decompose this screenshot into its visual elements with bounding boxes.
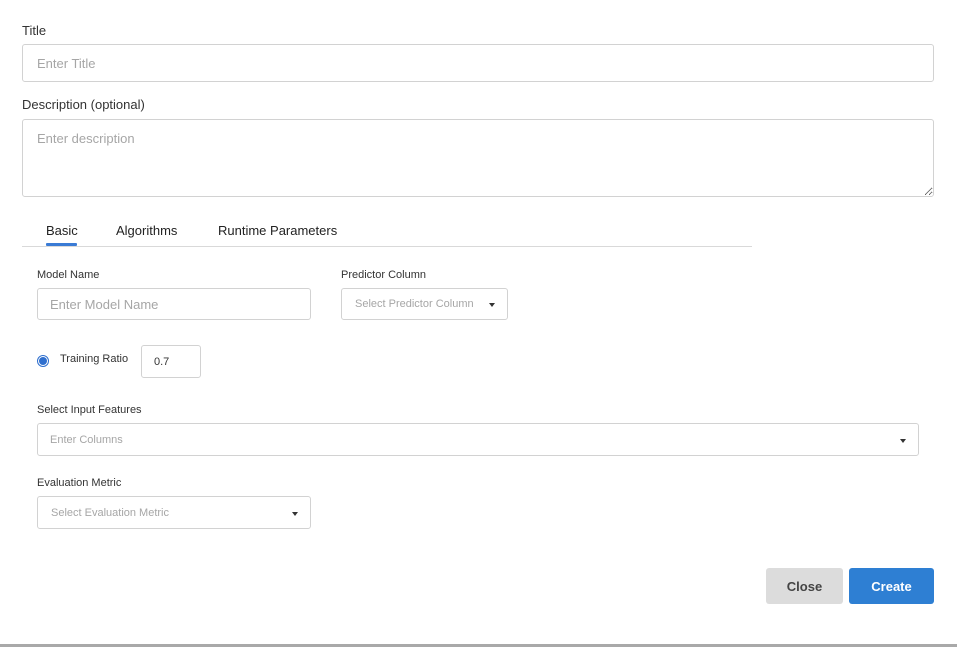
- description-textarea[interactable]: [22, 119, 934, 197]
- tab-bar-divider: [22, 246, 752, 247]
- tab-bar: Basic Algorithms Runtime Parameters: [22, 215, 752, 247]
- chevron-down-icon: [489, 303, 495, 307]
- tab-algorithms[interactable]: Algorithms: [116, 223, 177, 238]
- tab-runtime-parameters-label: Runtime Parameters: [218, 223, 338, 238]
- tab-basic[interactable]: Basic: [46, 223, 78, 238]
- create-button[interactable]: Create: [849, 568, 934, 604]
- predictor-column-placeholder: Select Predictor Column: [355, 298, 474, 310]
- chevron-down-icon: [292, 512, 298, 516]
- evaluation-metric-placeholder: Select Evaluation Metric: [51, 506, 169, 519]
- model-name-label: Model Name: [37, 269, 100, 281]
- radio-selected-dot: [39, 357, 47, 365]
- predictor-column-select[interactable]: Select Predictor Column: [341, 288, 508, 320]
- tab-runtime-parameters[interactable]: Runtime Parameters: [218, 223, 337, 238]
- training-ratio-label: Training Ratio: [60, 353, 129, 365]
- predictor-column-label: Predictor Column: [341, 269, 426, 281]
- input-features-placeholder: Enter Columns: [50, 433, 123, 446]
- tab-algorithms-label: Algorithms: [116, 223, 178, 238]
- input-features-select[interactable]: Enter Columns: [37, 423, 919, 456]
- evaluation-metric-select[interactable]: Select Evaluation Metric: [37, 496, 311, 529]
- title-label: Title: [22, 23, 47, 38]
- training-ratio-radio[interactable]: [37, 355, 49, 367]
- training-ratio-input[interactable]: [141, 345, 201, 378]
- input-features-label: Select Input Features: [37, 404, 142, 416]
- description-label: Description (optional): [22, 97, 145, 112]
- title-input[interactable]: [22, 44, 934, 82]
- evaluation-metric-label: Evaluation Metric: [37, 477, 122, 489]
- tab-basic-label: Basic: [46, 223, 78, 238]
- chevron-down-icon: [900, 439, 906, 443]
- close-button[interactable]: Close: [766, 568, 843, 604]
- model-name-input[interactable]: [37, 288, 311, 320]
